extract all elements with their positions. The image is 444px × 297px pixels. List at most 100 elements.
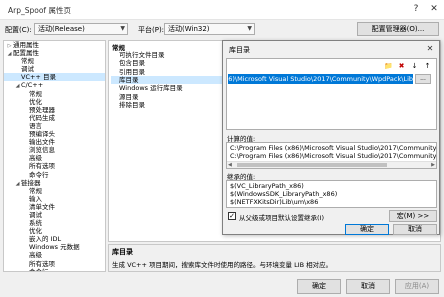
move-up-icon[interactable]: ↑ [422,60,433,71]
tree-item[interactable]: 浏览信息 [4,146,105,154]
horizontal-scrollbar[interactable]: ◀ ▶ [227,161,436,168]
tree-item-label: 通用属性 [13,41,39,49]
tree-item[interactable]: 优化 [4,98,105,106]
tree-item[interactable]: 输出文件 [4,138,105,146]
tree-item-label: 语言 [29,121,42,130]
property-row[interactable]: 包含目录 [111,59,226,67]
evaluated-line: C:\Program Files (x86)\Microsoft Visual … [230,152,437,160]
dialog-ok-button[interactable]: 确定 [345,224,389,235]
expand-toggle-icon[interactable]: ◢ [6,50,13,58]
tree-item[interactable]: ◢ C/C++ [4,81,105,89]
tree-item[interactable]: 清单文件 [4,203,105,211]
help-button[interactable]: ? [408,2,424,16]
close-window-button[interactable]: ✕ [426,2,442,16]
tree-item[interactable]: ◢ 链接器 [4,179,105,187]
tree-item[interactable]: 命令行 [4,267,105,272]
move-down-icon[interactable]: ↓ [409,60,420,71]
expand-toggle-icon[interactable]: ◢ [14,82,21,90]
evaluated-values-box: C:\Program Files (x86)\Microsoft Visual … [226,142,437,169]
tree-item-label: 常规 [21,57,34,66]
tree-item-label: 清单文件 [29,202,55,211]
chevron-down-icon: ▼ [120,25,125,32]
tree-item-label: 配置属性 [13,49,39,58]
tree-item-label: 代码生成 [29,113,55,122]
browse-button[interactable]: ... [415,74,431,84]
tree-item-label: 高级 [29,251,42,260]
tree-item[interactable]: 常规 [4,57,105,65]
new-folder-icon[interactable]: 📁 [383,60,394,71]
tree-item-label: 预处理器 [29,105,55,114]
inherit-checkbox[interactable]: ✓ [228,212,236,220]
tree-item[interactable]: 高级 [4,251,105,259]
tree-item[interactable]: 语言 [4,122,105,130]
delete-icon[interactable]: ✖ [396,60,407,71]
tree-item[interactable]: 所有选项 [4,260,105,268]
tree-item[interactable]: 调试 [4,211,105,219]
chevron-down-icon: ▼ [247,25,252,32]
checkmark-icon: ✓ [229,212,235,220]
property-row[interactable]: 源目录 [111,93,226,101]
config-select[interactable]: 活动(Release) ▼ [34,23,128,35]
directory-edit-value: x86)\Microsoft Visual Studio\2017\Commun… [228,75,413,83]
platform-select[interactable]: 活动(Win32) ▼ [164,23,255,35]
config-bar: 配置(C): 活动(Release) ▼ 平台(P): 活动(Win32) ▼ … [0,22,444,38]
tree-item-label: 预编译头 [29,130,55,139]
tree-item-label: 调试 [21,65,34,74]
tree-item[interactable]: Windows 元数据 [4,243,105,251]
property-row[interactable]: 可执行文件目录 [111,51,226,59]
tree-item-label: 命令行 [29,267,49,272]
property-row[interactable]: 引用目录 [111,68,226,76]
tree-item[interactable]: 命令行 [4,171,105,179]
dialog-title: 库目录 [229,46,250,54]
platform-select-value: 活动(Win32) [168,25,210,33]
scroll-right-icon[interactable]: ▶ [431,162,435,168]
tree-item-label: 所有选项 [29,162,55,171]
macros-button[interactable]: 宏(M) >> [389,210,437,222]
property-row[interactable]: Windows 运行库目录 [111,84,226,92]
tree-item[interactable]: 系统 [4,219,105,227]
directory-list[interactable]: 📁 ✖ ↓ ↑ x86)\Microsoft Visual Studio\201… [226,58,437,130]
tree-item-label: 链接器 [21,178,41,187]
scroll-thumb[interactable] [237,163,387,167]
dialog-close-button[interactable]: ✕ [423,43,437,55]
tree-item[interactable]: 所有选项 [4,162,105,170]
tree-item-label: 调试 [29,210,42,219]
tree-item-label: 系统 [29,219,42,228]
title-bar: Arp_Spoof 属性页 ? ✕ [0,0,444,20]
config-manager-button[interactable]: 配置管理器(O)... [357,22,439,36]
tree-item-label: 命令行 [29,170,49,179]
tree-item[interactable]: 预处理器 [4,106,105,114]
expand-toggle-icon[interactable]: ◢ [14,180,21,188]
tree-item[interactable]: 常规 [4,90,105,98]
tree-item-label: VC++ 目录 [21,73,56,82]
cancel-button[interactable]: 取消 [346,279,390,294]
tree-rows: ▷ 通用属性 ◢ 配置属性 常规 调试 VC++ 目录 ◢ C/C++ 常规 优化 预处理器 代码生成语… [4,41,105,272]
description-text: 生成 VC++ 项目期间，搜索库文件时使用的路径。与环境变量 LIB 相对应。 [112,261,333,269]
scroll-left-icon[interactable]: ◀ [228,162,232,168]
tree-item[interactable]: 调试 [4,65,105,73]
apply-button[interactable]: 应用(A) [395,279,439,294]
tree-item[interactable]: 常规 [4,187,105,195]
ok-button[interactable]: 确定 [297,279,341,294]
config-select-value: 活动(Release) [38,25,85,33]
tree-item[interactable]: 预编译头 [4,130,105,138]
category-tree: ▷ 通用属性 ◢ 配置属性 常规 调试 VC++ 目录 ◢ C/C++ 常规 优化 预处理器 代码生成语… [3,40,106,272]
dialog-cancel-button[interactable]: 取消 [393,224,437,235]
window-title: Arp_Spoof 属性页 [8,6,71,15]
inherit-checkbox-label: 从父级或项目默认设置继承(I) [239,214,324,222]
inherited-line: $(WindowsSDK_LibraryPath_x86) [230,190,338,198]
inherited-line: $(NETFXKitsDir)Lib\um\x86 [230,198,319,206]
tree-item-label: 输入 [29,194,42,203]
tree-item[interactable]: 输入 [4,195,105,203]
tree-item[interactable]: VC++ 目录 [4,73,105,82]
tree-item[interactable]: ▷ 通用属性 [4,41,105,49]
tree-item-label: 常规 [29,89,42,98]
bottom-button-bar: 确定 取消 应用(A) [0,276,444,297]
evaluated-line: C:\Program Files (x86)\Microsoft Visual … [230,144,437,152]
property-row[interactable]: 排除目录 [111,101,226,109]
tree-item[interactable]: ◢ 配置属性 [4,49,105,57]
directory-edit-field[interactable]: x86)\Microsoft Visual Studio\2017\Commun… [228,74,413,84]
library-directories-dialog: 库目录 ✕ 📁 ✖ ↓ ↑ x86)\Microsoft Visual Stud… [222,40,440,235]
property-row[interactable]: 库目录 [111,75,226,84]
tree-item[interactable]: 代码生成 [4,114,105,122]
